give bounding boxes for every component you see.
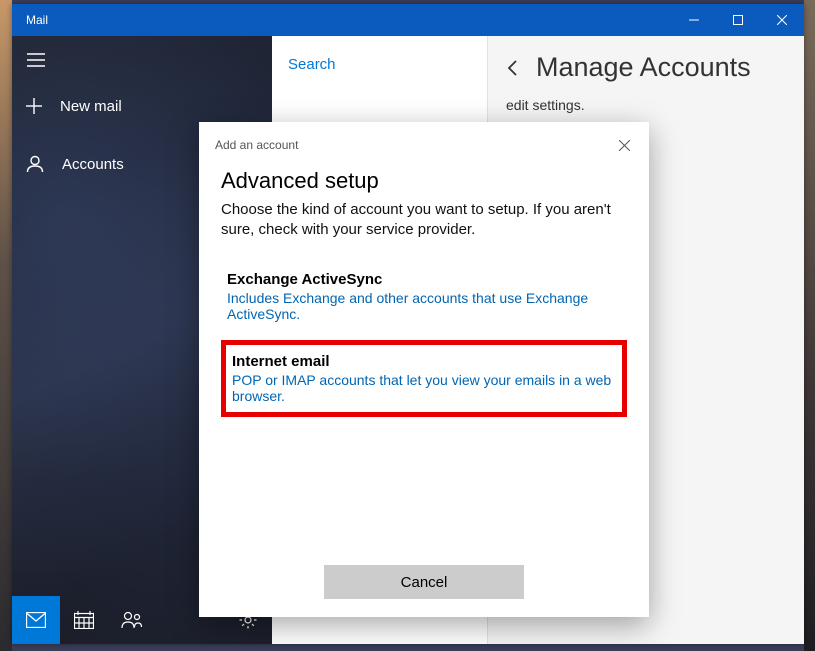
people-icon: [121, 611, 143, 629]
people-tab[interactable]: [108, 596, 156, 644]
close-icon: [619, 140, 630, 151]
plus-icon: [26, 98, 42, 114]
close-button[interactable]: [760, 4, 804, 36]
dialog-title: Advanced setup: [221, 168, 627, 194]
dialog-header-title: Add an account: [215, 138, 298, 152]
option-title: Exchange ActiveSync: [227, 271, 621, 288]
search-input[interactable]: Search: [272, 36, 487, 92]
settings-title: Manage Accounts: [536, 52, 751, 83]
search-placeholder: Search: [288, 56, 336, 73]
calendar-tab[interactable]: [60, 596, 108, 644]
app-title: Mail: [26, 13, 48, 27]
mail-icon: [26, 612, 46, 628]
option-subtitle: Includes Exchange and other accounts tha…: [227, 290, 621, 322]
calendar-icon: [74, 611, 94, 629]
add-account-dialog: Add an account Advanced setup Choose the…: [199, 122, 649, 617]
new-mail-label: New mail: [60, 98, 122, 115]
hamburger-button[interactable]: [12, 36, 60, 84]
cancel-button[interactable]: Cancel: [324, 565, 524, 599]
option-subtitle: POP or IMAP accounts that let you view y…: [232, 372, 616, 404]
mail-window: Mail New mai: [12, 4, 804, 644]
accounts-label: Accounts: [62, 156, 124, 173]
dialog-description: Choose the kind of account you want to s…: [221, 200, 627, 241]
option-exchange-activesync[interactable]: Exchange ActiveSync Includes Exchange an…: [221, 263, 627, 330]
minimize-button[interactable]: [672, 4, 716, 36]
option-title: Internet email: [232, 353, 616, 370]
back-icon[interactable]: [506, 58, 520, 78]
person-icon: [26, 155, 44, 173]
settings-hint: edit settings.: [506, 97, 786, 113]
dialog-close-button[interactable]: [611, 132, 637, 158]
option-internet-email[interactable]: Internet email POP or IMAP accounts that…: [221, 340, 627, 417]
mail-tab[interactable]: [12, 596, 60, 644]
titlebar: Mail: [12, 4, 804, 36]
maximize-button[interactable]: [716, 4, 760, 36]
